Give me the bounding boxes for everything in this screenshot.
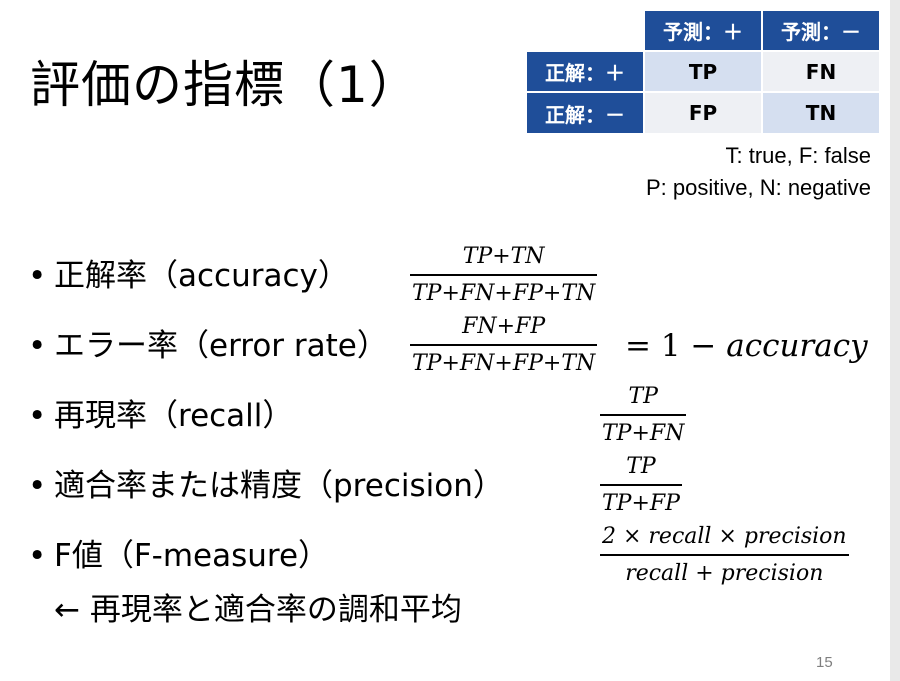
cell-fn: FN [763, 52, 879, 91]
bullet-accuracy: • 正解率（accuracy） [28, 256, 349, 296]
fraction-bar [600, 484, 682, 486]
fraction-bar [600, 554, 849, 556]
fraction-bar [410, 274, 598, 276]
formula-rhs-accuracy: accuracy [726, 328, 868, 364]
col-header-predicted-negative: 予測：－ [763, 11, 879, 50]
bullet-dot: • [28, 468, 47, 504]
col-header-predicted-positive: 予測：＋ [645, 11, 761, 50]
bullet-accuracy-label: 正解率（accuracy） [54, 258, 349, 294]
bullet-error-rate: • エラー率（error rate） [28, 326, 388, 366]
bullet-recall: • 再現率（recall） [28, 396, 293, 436]
cell-tp: TP [645, 52, 761, 91]
formula-error-rate: FN+FP TP+FN+FP+TN [410, 313, 598, 378]
row-header-actual-negative: 正解：－ [527, 93, 643, 133]
confusion-matrix-table: 予測：＋ 予測：－ 正解：＋ TP FN 正解：－ FP TN [527, 11, 879, 133]
bullet-f-measure: • F値（F-measure） [28, 536, 329, 576]
formula-numerator: FN+FP [462, 314, 546, 339]
bullet-dot: • [28, 328, 47, 364]
legend-line-positive-negative: P: positive, N: negative [645, 175, 871, 200]
formula-rhs-prefix: = 1 − [625, 328, 727, 364]
formula-denominator: TP+FN [602, 421, 685, 446]
page-number: 15 [816, 654, 833, 671]
formula-precision: TP TP+FP [600, 453, 682, 518]
row-header-actual-positive: 正解：＋ [527, 52, 643, 91]
slide-edge-shadow [890, 0, 900, 681]
fraction-bar [600, 414, 687, 416]
bullet-precision-label: 適合率または精度（precision） [54, 468, 504, 504]
formula-denominator: TP+FN+FP+TN [412, 281, 596, 306]
bullet-dot: • [28, 538, 47, 574]
formula-denominator: TP+FN+FP+TN [412, 351, 596, 376]
bullet-dot: • [28, 258, 47, 294]
fraction-bar [410, 344, 598, 346]
cell-fp: FP [645, 93, 761, 133]
bullet-recall-label: 再現率（recall） [54, 398, 294, 434]
formula-numerator: TP+TN [462, 244, 545, 269]
formula-denominator: recall + precision [625, 561, 824, 586]
bullet-f-measure-label: F値（F-measure） [54, 538, 330, 574]
abbreviation-legend: T: true, F: false P: positive, N: negati… [646, 140, 871, 204]
formula-error-rate-rhs: = 1 − accuracy [625, 328, 868, 364]
formula-numerator: TP [626, 454, 656, 479]
formula-accuracy: TP+TN TP+FN+FP+TN [410, 243, 598, 308]
formula-f-measure: 2 × recall × precision recall + precisio… [600, 523, 849, 588]
legend-line-true-false: T: true, F: false [725, 143, 872, 168]
formula-numerator: TP [628, 384, 658, 409]
formula-numerator: 2 × recall × precision [602, 524, 847, 549]
formula-recall: TP TP+FN [600, 383, 687, 448]
f-measure-note: ← 再現率と適合率の調和平均 [54, 592, 462, 628]
bullet-error-rate-label: エラー率（error rate） [54, 328, 388, 364]
bullet-precision: • 適合率または精度（precision） [28, 466, 504, 506]
slide-title: 評価の指標（1） [30, 56, 420, 114]
formula-denominator: TP+FP [602, 491, 680, 516]
cell-tn: TN [763, 93, 879, 133]
bullet-dot: • [28, 398, 47, 434]
